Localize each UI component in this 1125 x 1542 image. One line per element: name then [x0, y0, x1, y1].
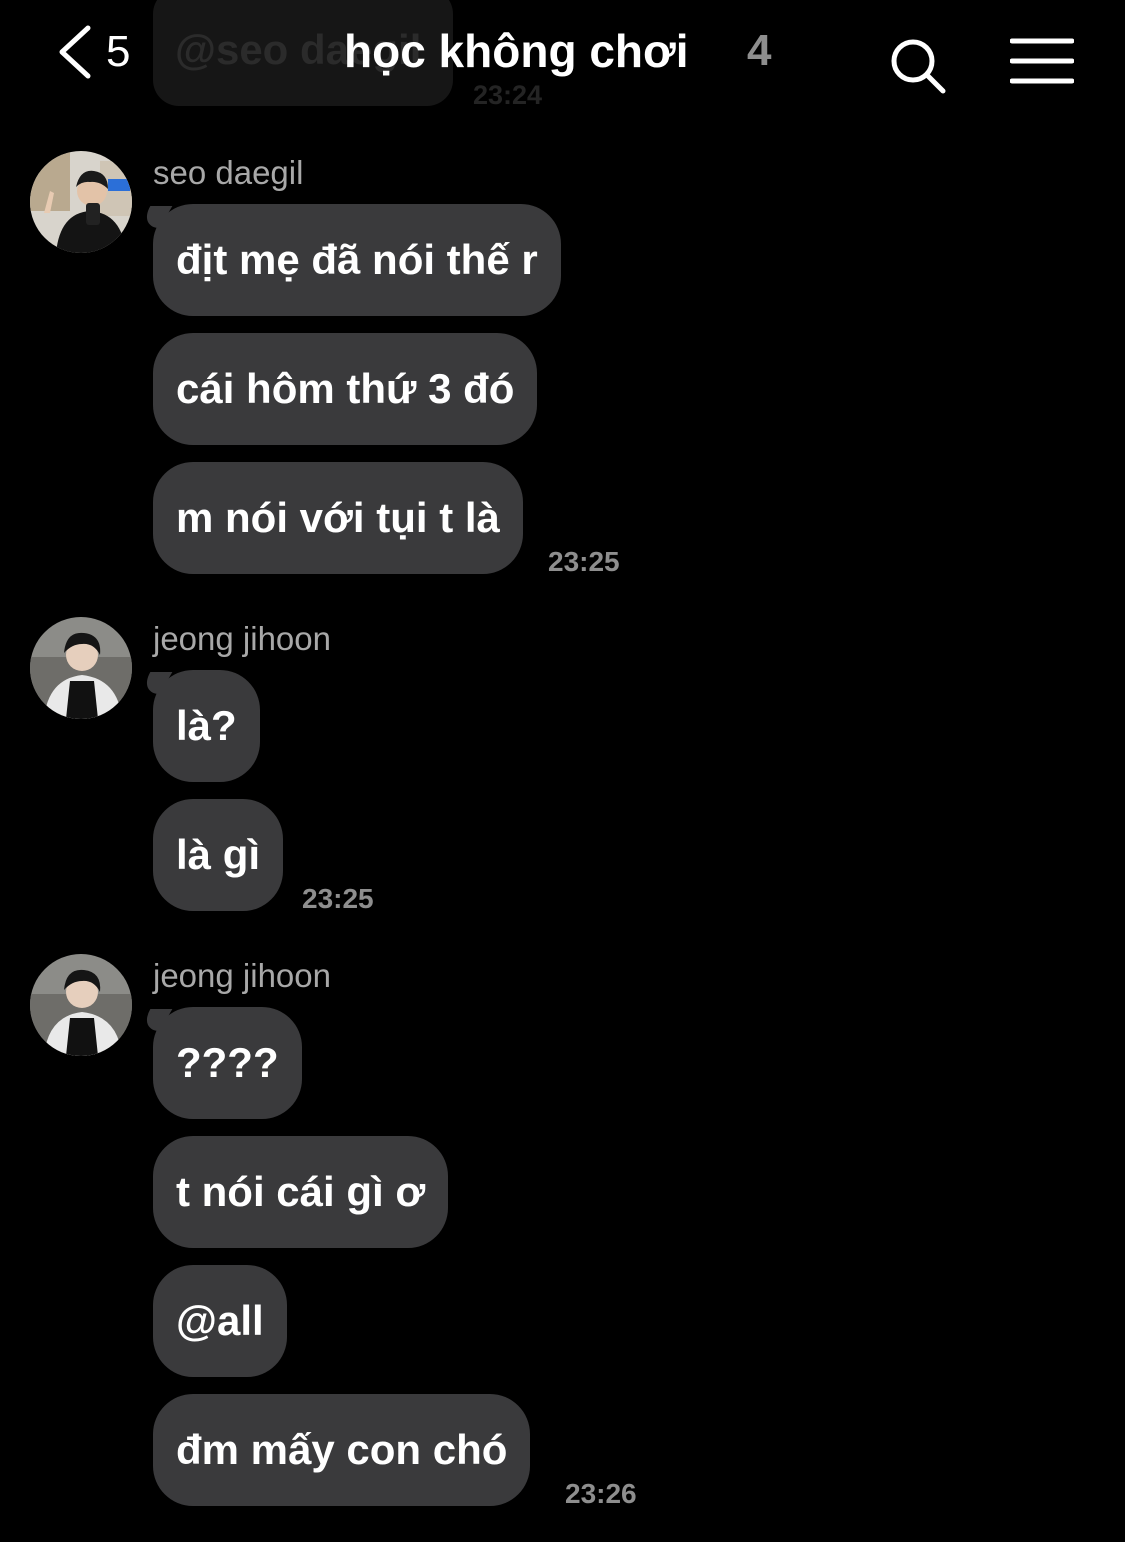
message-timestamp: 23:25: [548, 546, 620, 577]
avatar-jeong-jihoon[interactable]: [30, 617, 132, 719]
message-timestamp: 23:25: [302, 883, 374, 914]
sender-name: jeong jihoon: [153, 620, 331, 657]
menu-button[interactable]: [1009, 36, 1075, 86]
menu-icon: [1009, 38, 1075, 90]
message-bubble[interactable]: địt mẹ đã nói thế r: [153, 204, 561, 316]
message-bubble[interactable]: m nói với tụi t là: [153, 462, 523, 574]
sender-name: seo daegil: [153, 154, 304, 191]
message-bubble[interactable]: ????: [153, 1007, 302, 1119]
message-timestamp: 23:26: [565, 1478, 637, 1509]
chevron-left-icon: [56, 24, 92, 80]
member-count: 4: [747, 26, 772, 75]
back-button[interactable]: 5: [56, 22, 130, 82]
chat-header: 5 học không chơi 4: [0, 0, 1125, 110]
search-button[interactable]: [888, 36, 948, 96]
unread-count: 5: [106, 27, 131, 76]
message-bubble[interactable]: cái hôm thứ 3 đó: [153, 333, 538, 445]
message-bubble[interactable]: t nói cái gì ơ: [153, 1136, 449, 1248]
chat-title[interactable]: học không chơi: [344, 24, 688, 78]
message-bubble[interactable]: là?: [153, 670, 260, 782]
message-bubble[interactable]: đm mấy con chó: [153, 1394, 531, 1506]
message-bubble[interactable]: @all: [153, 1265, 287, 1377]
avatar-seo-daegil[interactable]: [30, 151, 132, 253]
avatar-jeong-jihoon[interactable]: [30, 954, 132, 1056]
message-bubble[interactable]: là gì: [153, 799, 284, 911]
sender-name: jeong jihoon: [153, 957, 331, 994]
search-icon: [888, 39, 948, 100]
